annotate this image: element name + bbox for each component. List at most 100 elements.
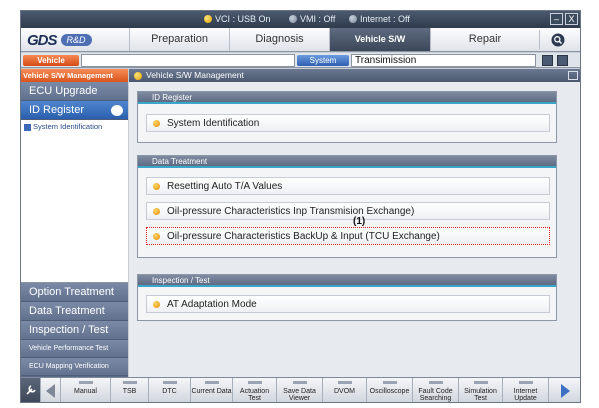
close-button[interactable]: X bbox=[565, 13, 578, 25]
panel-data-treatment: Data Treatment Resetting Auto T/A Values… bbox=[137, 155, 557, 258]
list-icon bbox=[24, 123, 31, 131]
sidebar-item-id-register[interactable]: ID Register bbox=[21, 101, 128, 120]
sidebar-item-label: ECU Upgrade bbox=[29, 85, 98, 97]
menu-item-system-identification[interactable]: System Identification bbox=[146, 114, 550, 132]
tool-icon bbox=[337, 381, 352, 384]
toolbar-label: DVOM bbox=[334, 388, 355, 395]
menu-item-label: AT Adaptation Mode bbox=[167, 299, 257, 310]
panel-header: ID Register bbox=[138, 92, 556, 104]
panel-id-register: ID Register System Identification bbox=[137, 91, 557, 143]
toolbar-simulation-test[interactable]: Simulation Test bbox=[459, 378, 503, 402]
sidebar-item-label: Option Treatment bbox=[29, 286, 114, 298]
toolbar-label: DTC bbox=[162, 388, 177, 395]
vehicle-field[interactable] bbox=[81, 54, 295, 67]
search-icon bbox=[551, 33, 564, 46]
vehicle-button[interactable]: Vehicle bbox=[23, 55, 79, 66]
toolbar-internet-update[interactable]: Internet Update bbox=[503, 378, 549, 402]
system-button[interactable]: System bbox=[297, 55, 349, 66]
vmi-status-icon bbox=[289, 15, 297, 23]
toolbar-dtc[interactable]: DTC bbox=[149, 378, 191, 402]
main-content: Vehicle S/W Management ID Register Syste… bbox=[129, 69, 580, 377]
menu-item-oil-pressure-backup-tcu[interactable]: Oil-pressure Characteristics BackUp & In… bbox=[146, 227, 550, 245]
menu-item-label: Oil-pressure Characteristics BackUp & In… bbox=[167, 231, 440, 242]
sidebar-item-label: Data Treatment bbox=[29, 305, 105, 317]
menu-diagnosis[interactable]: Diagnosis bbox=[229, 28, 329, 51]
search-button[interactable] bbox=[539, 30, 575, 49]
sidebar-item-ecu-upgrade[interactable]: ECU Upgrade bbox=[21, 82, 128, 101]
title-bullet-icon bbox=[134, 71, 142, 80]
toolbar-tsb[interactable]: TSB bbox=[111, 378, 149, 402]
tool-icon bbox=[162, 381, 177, 384]
sidebar-item-data-treatment[interactable]: Data Treatment bbox=[21, 302, 128, 321]
bullet-icon bbox=[153, 301, 160, 308]
menu-item-label: System Identification bbox=[167, 118, 260, 129]
toolbar-label: Internet Update bbox=[513, 388, 538, 402]
tools-button[interactable] bbox=[21, 378, 41, 402]
tool-icon bbox=[428, 381, 443, 384]
panel-header: Data Treatment bbox=[138, 156, 556, 168]
panel-inspection-test: Inspection / Test AT Adaptation Mode bbox=[137, 274, 557, 321]
menu-repair[interactable]: Repair bbox=[430, 28, 539, 51]
toolbar-label: Actuation Test bbox=[239, 388, 270, 402]
main-title: Vehicle S/W Management bbox=[146, 70, 244, 80]
internet-status-text: Internet : Off bbox=[360, 14, 410, 24]
sidebar-subitem-label: System Identification bbox=[33, 122, 103, 131]
tool-icon bbox=[382, 381, 397, 384]
sidebar-title: Vehicle S/W Management bbox=[21, 69, 128, 82]
sidebar-item-label: ECU Mapping Verification bbox=[29, 363, 109, 370]
rd-badge: R&D bbox=[60, 34, 92, 46]
screenshot-icon[interactable] bbox=[542, 55, 553, 66]
toolbar-prev-button[interactable] bbox=[41, 378, 61, 402]
print-icon[interactable] bbox=[557, 55, 568, 66]
sidebar-item-option-treatment[interactable]: Option Treatment bbox=[21, 283, 128, 302]
toolbar-fault-code-searching[interactable]: Fault Code Searching bbox=[413, 378, 459, 402]
sidebar-subitem-system-identification[interactable]: System Identification bbox=[21, 120, 128, 134]
sidebar-item-inspection-test[interactable]: Inspection / Test bbox=[21, 321, 128, 340]
tool-icon bbox=[292, 381, 307, 384]
toolbar-label: Manual bbox=[74, 388, 97, 395]
vci-status-text: VCI : USB On bbox=[215, 14, 271, 24]
main-title-bar: Vehicle S/W Management bbox=[129, 69, 580, 82]
gds-logo-text: GDS bbox=[27, 31, 57, 49]
sidebar-item-label: ID Register bbox=[29, 104, 85, 116]
menu-item-resetting-auto-ta-values[interactable]: Resetting Auto T/A Values bbox=[146, 177, 550, 195]
toolbar-actuation-test[interactable]: Actuation Test bbox=[233, 378, 277, 402]
gds-app-window: VCI : USB On VMI : Off Internet : Off – … bbox=[20, 10, 581, 403]
toolbar-current-data[interactable]: Current Data bbox=[191, 378, 233, 402]
sidebar-empty-area bbox=[21, 134, 128, 283]
bullet-icon bbox=[153, 208, 160, 215]
tool-icon bbox=[247, 381, 262, 384]
toolbar-dvom[interactable]: DVOM bbox=[323, 378, 367, 402]
minimize-button[interactable]: – bbox=[550, 13, 563, 25]
tool-icon bbox=[122, 381, 137, 384]
status-bar: VCI : USB On VMI : Off Internet : Off – … bbox=[21, 11, 580, 28]
toolbar-oscilloscope[interactable]: Oscilloscope bbox=[367, 378, 413, 402]
menu-item-oil-pressure-input-transmission[interactable]: Oil-pressure Characteristics Inp Transmi… bbox=[146, 202, 550, 220]
address-bar: Vehicle System Transimission bbox=[21, 53, 580, 68]
sidebar-item-vehicle-performance-test[interactable]: Vehicle Performance Test bbox=[21, 340, 128, 358]
sidebar-item-ecu-mapping-verification[interactable]: ECU Mapping Verification bbox=[21, 358, 128, 376]
menu-item-at-adaptation-mode[interactable]: AT Adaptation Mode bbox=[146, 295, 550, 313]
menu-vehicle-sw-management[interactable]: Vehicle S/W Management bbox=[329, 28, 430, 67]
toolbar-manual[interactable]: Manual bbox=[61, 378, 111, 402]
tool-icon bbox=[518, 381, 533, 384]
toolbar-label: Oscilloscope bbox=[369, 388, 410, 395]
menu-item-label: Oil-pressure Characteristics Inp Transmi… bbox=[167, 206, 415, 217]
internet-status: Internet : Off bbox=[349, 14, 410, 24]
menu-preparation[interactable]: Preparation bbox=[129, 28, 229, 51]
system-field[interactable]: Transimission bbox=[351, 54, 536, 67]
bullet-icon bbox=[153, 120, 160, 127]
tool-icon bbox=[473, 381, 488, 384]
gds-logo: GDS R&D bbox=[27, 31, 139, 49]
wrench-icon bbox=[25, 385, 36, 395]
toolbar-save-data-viewer[interactable]: Save Data Viewer bbox=[277, 378, 323, 402]
vmi-status: VMI : Off bbox=[289, 14, 335, 24]
sidebar-item-label: Vehicle Performance Test bbox=[29, 345, 109, 352]
menu-bar: GDS R&D Preparation Diagnosis Vehicle S/… bbox=[21, 28, 580, 67]
panel-close-icon[interactable] bbox=[568, 71, 578, 80]
toolbar-label: Simulation Test bbox=[464, 388, 497, 402]
tool-icon bbox=[204, 381, 219, 384]
toolbar-next-button[interactable] bbox=[549, 378, 580, 402]
vci-status: VCI : USB On bbox=[204, 14, 271, 24]
menu-item-label: Resetting Auto T/A Values bbox=[167, 181, 283, 192]
